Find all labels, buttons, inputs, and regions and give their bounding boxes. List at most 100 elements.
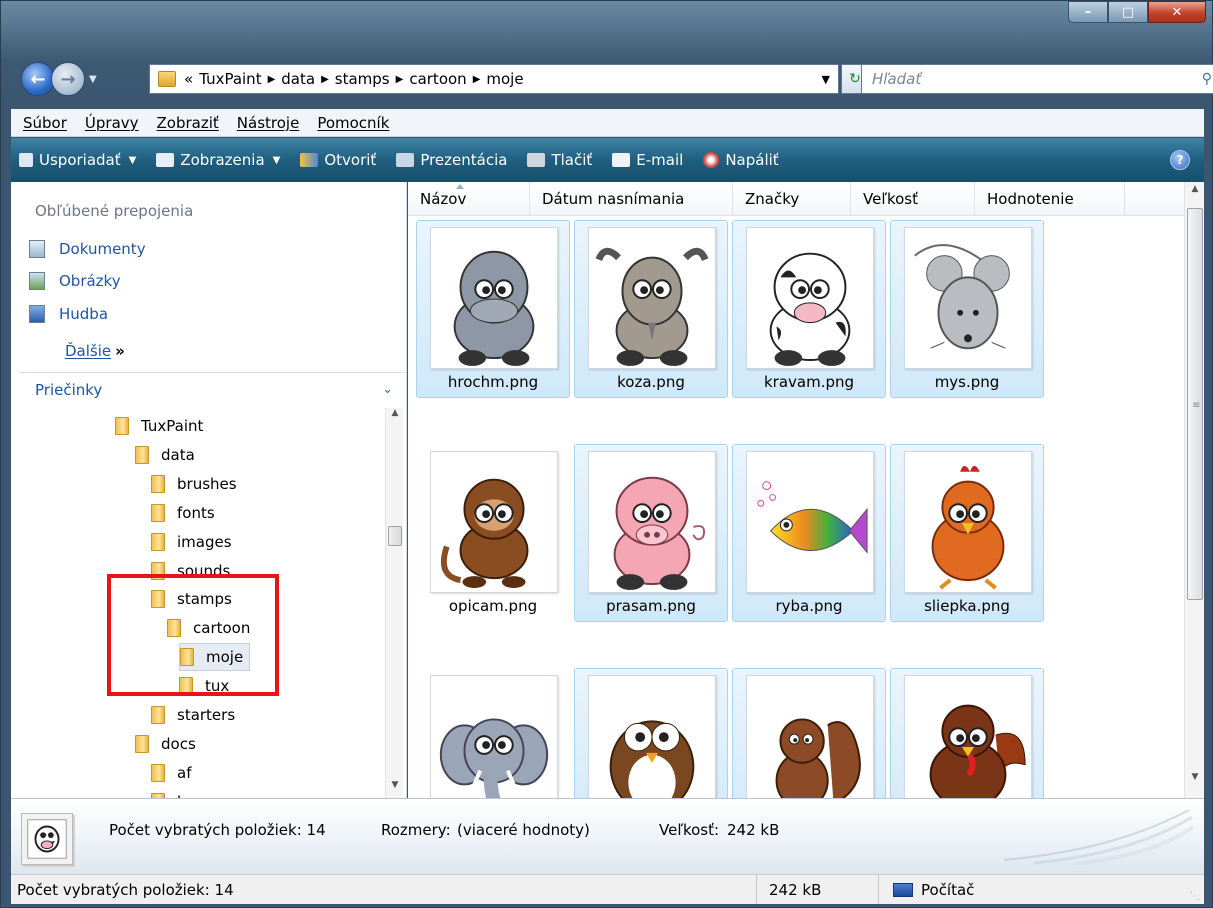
maximize-button[interactable]: □: [1108, 1, 1148, 23]
goat-thumbnail-icon: [588, 227, 716, 369]
slideshow-label: Prezentácia: [420, 151, 508, 169]
tree-folder-data[interactable]: data: [135, 441, 195, 469]
scroll-up-arrow[interactable]: ▲: [1185, 184, 1205, 204]
breadcrumb-stamps[interactable]: stamps: [335, 70, 390, 88]
column-headers: Názov Dátum nasnímania Značky Veľkosť Ho…: [408, 182, 1184, 216]
chevron-right-icon[interactable]: ▶: [396, 74, 404, 85]
size-label: Veľkosť:: [659, 821, 720, 839]
views-icon: [156, 153, 175, 167]
navigation-bar: ← → ▼ « TuxPaint ▶ data ▶ stamps ▶ carto…: [21, 59, 1213, 99]
fish-thumbnail-icon: [746, 451, 874, 593]
print-button[interactable]: Tlačiť: [527, 151, 592, 169]
more-links[interactable]: Ďalšie»: [65, 342, 125, 360]
file-item[interactable]: opicam.png: [416, 444, 570, 622]
views-button[interactable]: Zobrazenia ▼: [156, 151, 280, 169]
chevron-right-icon[interactable]: ▶: [268, 74, 276, 85]
scroll-up-arrow[interactable]: ▲: [386, 408, 404, 426]
search-input[interactable]: Hľadať ⚲: [861, 64, 1213, 94]
status-size: 242 kB: [757, 875, 879, 904]
address-bar[interactable]: « TuxPaint ▶ data ▶ stamps ▶ cartoon ▶ m…: [149, 64, 839, 94]
column-tags[interactable]: Značky: [733, 182, 851, 216]
column-rating[interactable]: Hodnotenie: [975, 182, 1125, 216]
open-icon: [300, 153, 319, 167]
caption-buttons: – □ ✕: [1068, 1, 1206, 23]
file-name: sliepka.png: [924, 597, 1010, 615]
file-list-scrollbar[interactable]: ▲ ≡ ▼: [1184, 182, 1204, 798]
favorite-link-music[interactable]: Hudba: [29, 305, 108, 323]
tree-folder-fonts[interactable]: fonts: [151, 499, 215, 527]
selected-count: Počet vybratých položiek: 14: [109, 821, 326, 839]
column-name[interactable]: Názov: [408, 182, 530, 216]
tree-folder-images[interactable]: images: [151, 528, 232, 556]
file-item[interactable]: koza.png: [574, 220, 728, 398]
more-arrow: »: [115, 342, 125, 360]
tree-folder-label: starters: [177, 706, 236, 724]
help-icon[interactable]: ?: [1170, 150, 1190, 170]
breadcrumb-cartoon[interactable]: cartoon: [409, 70, 466, 88]
tree-folder-TuxPaint[interactable]: TuxPaint: [115, 412, 203, 440]
folder-icon: [115, 417, 129, 435]
breadcrumb-overflow[interactable]: «: [184, 70, 193, 88]
folder-tree-scrollbar[interactable]: ▲ ▼: [385, 408, 403, 798]
file-item[interactable]: mys.png: [890, 220, 1044, 398]
tree-folder-af[interactable]: af: [151, 759, 191, 787]
organize-button[interactable]: Usporiadať ▼: [19, 151, 136, 169]
email-button[interactable]: E-mail: [612, 151, 683, 169]
tree-folder-brushes[interactable]: brushes: [151, 470, 237, 498]
size-value: 242 kB: [727, 821, 780, 839]
minimize-button[interactable]: –: [1068, 1, 1108, 23]
breadcrumb-tuxpaint[interactable]: TuxPaint: [199, 70, 261, 88]
open-button[interactable]: Otvoriť: [300, 151, 376, 169]
address-dropdown-icon[interactable]: ▼: [822, 73, 830, 86]
breadcrumb-moje[interactable]: moje: [486, 70, 523, 88]
chevron-right-icon[interactable]: ▶: [321, 74, 329, 85]
chevron-down-icon[interactable]: ⌄: [382, 382, 393, 397]
file-item[interactable]: hrochm.png: [416, 220, 570, 398]
tree-folder-docs[interactable]: docs: [135, 730, 196, 758]
search-icon[interactable]: ⚲: [1202, 71, 1212, 87]
tree-folder-starters[interactable]: starters: [151, 701, 235, 729]
search-placeholder: Hľadať: [872, 70, 922, 88]
menu-edit[interactable]: Úpravy: [85, 114, 139, 132]
breadcrumb-data[interactable]: data: [281, 70, 315, 88]
column-date-taken[interactable]: Dátum nasnímania: [530, 182, 733, 216]
chevron-right-icon[interactable]: ▶: [473, 74, 481, 85]
burn-label: Napáliť: [725, 151, 779, 169]
back-button[interactable]: ←: [21, 62, 55, 96]
highlight-annotation: [107, 574, 279, 696]
details-pane: Počet vybratých položiek: 14 Rozmery: (v…: [11, 798, 1204, 874]
menu-file[interactable]: Súbor: [23, 114, 67, 132]
squirrel-thumbnail-icon: [746, 675, 874, 817]
file-item[interactable]: sliepka.png: [890, 444, 1044, 622]
scroll-down-arrow[interactable]: ▼: [1185, 772, 1205, 792]
status-selected: Počet vybratých položiek: 14: [11, 875, 757, 904]
file-name: kravam.png: [763, 373, 855, 391]
monkey-thumbnail-icon: [430, 451, 558, 593]
scroll-down-arrow[interactable]: ▼: [386, 780, 404, 798]
menu-help[interactable]: Pomocník: [317, 114, 389, 132]
email-icon: [612, 153, 631, 167]
menu-tools[interactable]: Nástroje: [237, 114, 300, 132]
scroll-thumb[interactable]: [388, 526, 402, 546]
favorite-link-documents[interactable]: Dokumenty: [29, 240, 146, 258]
tree-folder-label: data: [161, 445, 195, 464]
file-item[interactable]: ryba.png: [732, 444, 886, 622]
menu-view[interactable]: Zobraziť: [157, 114, 219, 132]
favorite-link-pictures[interactable]: Obrázky: [29, 272, 121, 290]
print-label: Tlačiť: [551, 151, 593, 169]
navigation-pane: Obľúbené prepojenia Dokumenty Obrázky Hu…: [11, 182, 407, 798]
burn-button[interactable]: Napáliť: [703, 151, 779, 169]
slideshow-button[interactable]: Prezentácia: [396, 151, 507, 169]
hippo-thumbnail-icon: [430, 227, 558, 369]
forward-button[interactable]: →: [51, 62, 85, 96]
resize-grip-icon[interactable]: ⋱: [1190, 891, 1200, 902]
folder-icon: [151, 706, 165, 724]
tree-folder-be[interactable]: be: [151, 788, 196, 798]
file-item[interactable]: kravam.png: [732, 220, 886, 398]
recent-pages-dropdown[interactable]: ▼: [89, 74, 97, 85]
file-item[interactable]: prasam.png: [574, 444, 728, 622]
tree-folder-label: docs: [161, 734, 196, 753]
column-size[interactable]: Veľkosť: [851, 182, 975, 216]
close-button[interactable]: ✕: [1148, 1, 1206, 23]
folders-header[interactable]: Priečinky ⌄: [19, 372, 407, 406]
